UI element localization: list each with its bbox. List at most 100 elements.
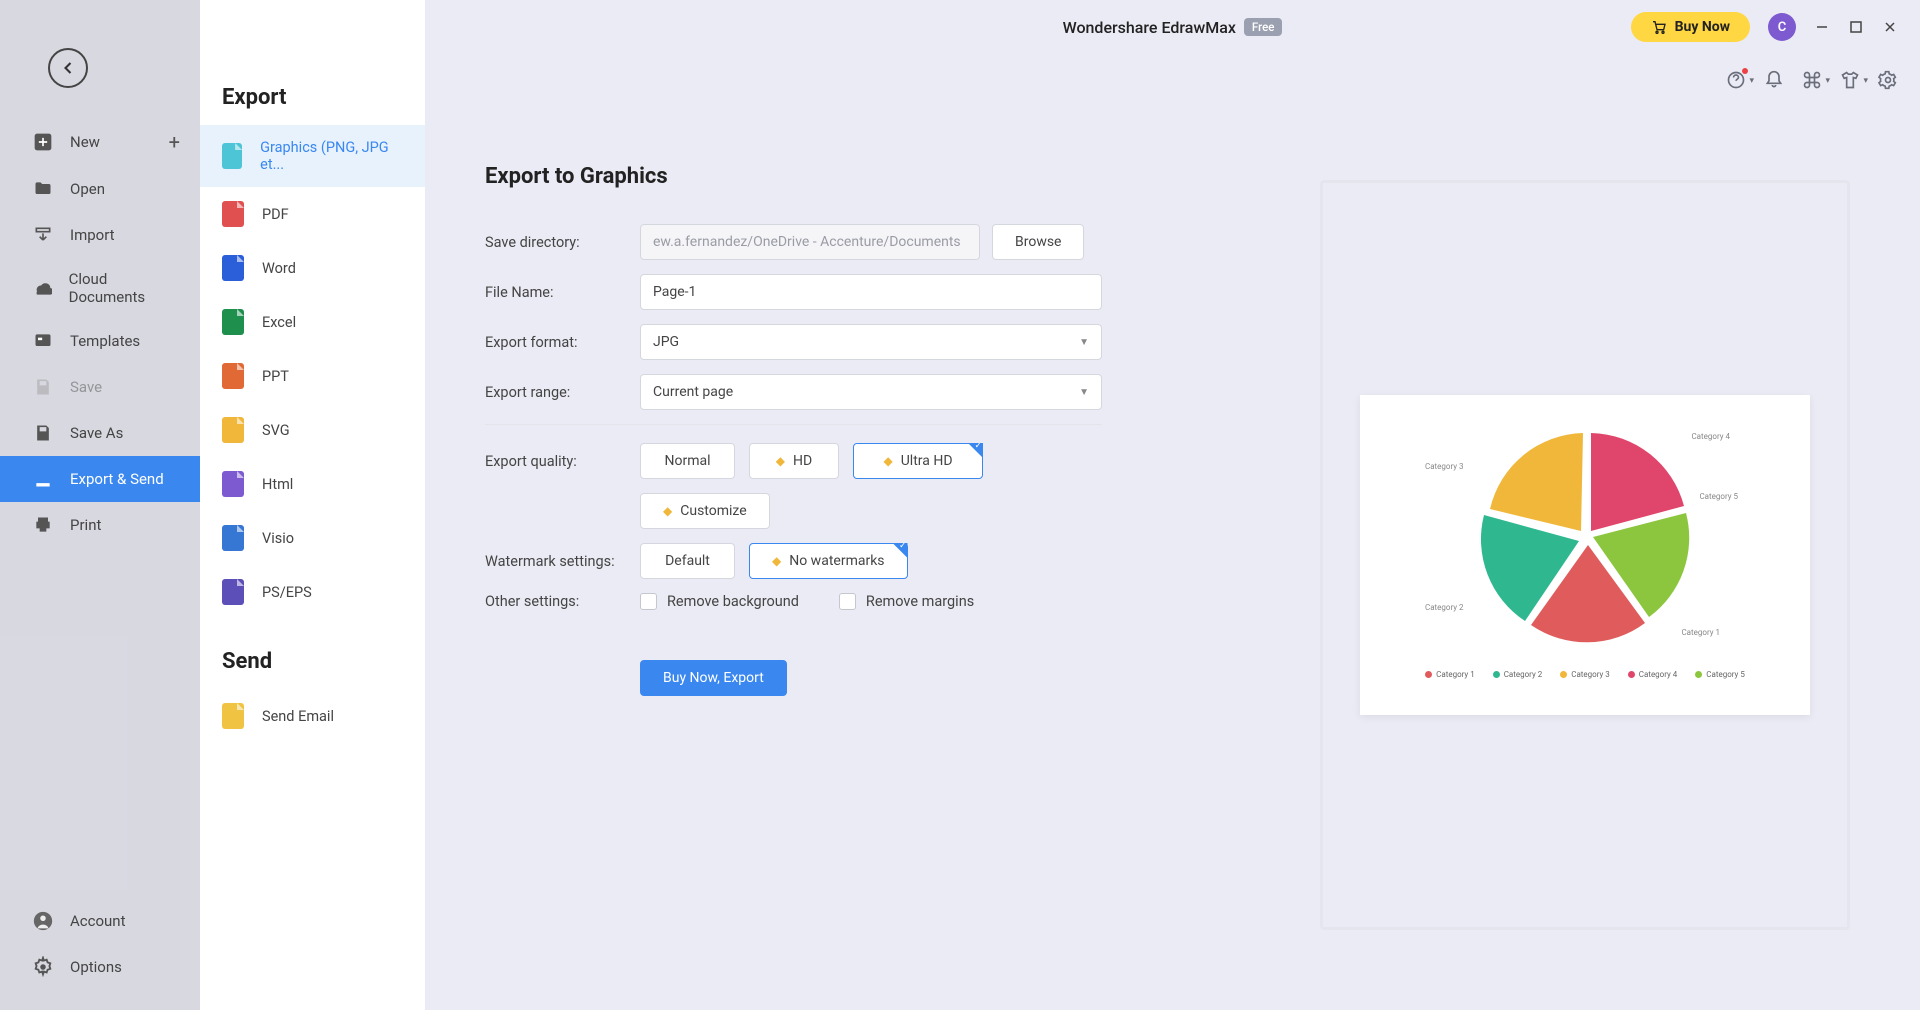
main-area: Wondershare EdrawMax Free Buy Now C ▾ ▾ … <box>425 0 1920 1010</box>
nav-cloud[interactable]: Cloud Documents <box>0 258 200 318</box>
maximize-button[interactable] <box>1848 19 1864 35</box>
bell-icon[interactable] <box>1764 70 1784 90</box>
range-label: Export range: <box>485 384 640 401</box>
cloud-icon <box>32 277 53 299</box>
cart-icon <box>1651 19 1667 35</box>
nav-cloud-label: Cloud Documents <box>69 270 180 306</box>
checkbox-icon <box>640 593 657 610</box>
app-title: Wondershare EdrawMax <box>1063 18 1236 37</box>
import-icon <box>32 224 54 246</box>
nav-export-send[interactable]: Export & Send <box>0 456 200 502</box>
nav-open-label: Open <box>70 180 105 198</box>
secondary-toolbar: ▾ ▾ ▾ <box>1726 70 1898 90</box>
remove-margins-checkbox[interactable]: Remove margins <box>839 593 974 610</box>
remove-bg-checkbox[interactable]: Remove background <box>640 593 799 610</box>
slice-label: Category 4 <box>1691 432 1730 441</box>
checkbox-icon <box>839 593 856 610</box>
diamond-icon: ◆ <box>883 454 892 468</box>
sub-item-svg[interactable]: SVG <box>200 403 425 457</box>
quality-normal-button[interactable]: Normal <box>640 443 735 479</box>
nav-save-as[interactable]: Save As <box>0 410 200 456</box>
primary-nav: New + Open Import Cloud Documents Templa… <box>0 0 200 1010</box>
nav-saveas-label: Save As <box>70 424 123 442</box>
nav-account-label: Account <box>70 912 126 930</box>
folder-icon <box>32 178 54 200</box>
sub-item-excel[interactable]: Excel <box>200 295 425 349</box>
check-icon <box>893 543 908 558</box>
save-dir-input <box>640 224 980 260</box>
slice-label: Category 3 <box>1425 462 1464 471</box>
save-icon <box>32 376 54 398</box>
word-icon <box>222 255 244 281</box>
browse-button[interactable]: Browse <box>992 224 1084 260</box>
nav-open[interactable]: Open <box>0 166 200 212</box>
gear-icon <box>32 956 54 978</box>
graphics-icon <box>222 143 242 169</box>
nav-print[interactable]: Print <box>0 502 200 548</box>
sub-item-visio[interactable]: Visio <box>200 511 425 565</box>
user-avatar[interactable]: C <box>1768 13 1796 41</box>
check-icon <box>968 443 983 458</box>
diamond-icon: ◆ <box>776 454 785 468</box>
print-icon <box>32 514 54 536</box>
svg-icon <box>222 417 244 443</box>
preview-panel: Category 4 Category 5 Category 1 Categor… <box>1320 180 1850 930</box>
chevron-down-icon: ▼ <box>1079 387 1089 398</box>
file-name-input[interactable] <box>640 274 1102 310</box>
back-button[interactable] <box>48 48 88 88</box>
nav-templates-label: Templates <box>70 332 140 350</box>
visio-icon <box>222 525 244 551</box>
file-name-label: File Name: <box>485 284 640 301</box>
nav-account[interactable]: Account <box>0 898 200 944</box>
sub-item-word[interactable]: Word <box>200 241 425 295</box>
nav-save: Save <box>0 364 200 410</box>
minimize-button[interactable] <box>1814 19 1830 35</box>
email-icon <box>222 703 244 729</box>
export-sub-panel: Export Graphics (PNG, JPG et... PDF Word… <box>200 0 425 1010</box>
free-badge: Free <box>1244 18 1282 36</box>
sub-item-pseps[interactable]: PS/EPS <box>200 565 425 619</box>
sub-item-ppt[interactable]: PPT <box>200 349 425 403</box>
pie-chart: Category 4 Category 5 Category 1 Categor… <box>1470 422 1700 652</box>
close-button[interactable] <box>1882 19 1898 35</box>
diamond-icon: ◆ <box>772 554 781 568</box>
quality-ultrahd-button[interactable]: ◆Ultra HD <box>853 443 983 479</box>
nav-options[interactable]: Options <box>0 944 200 990</box>
sub-item-html[interactable]: Html <box>200 457 425 511</box>
other-label: Other settings: <box>485 593 640 610</box>
save-dir-label: Save directory: <box>485 234 640 251</box>
slice-label: Category 1 <box>1681 628 1720 637</box>
export-icon <box>32 468 54 490</box>
ps-icon <box>222 579 244 605</box>
quality-label: Export quality: <box>485 453 640 470</box>
quality-hd-button[interactable]: ◆HD <box>749 443 839 479</box>
chart-preview: Category 4 Category 5 Category 1 Categor… <box>1360 395 1810 715</box>
nav-new[interactable]: New + <box>0 118 200 166</box>
buy-now-button[interactable]: Buy Now <box>1631 12 1750 42</box>
sub-item-graphics[interactable]: Graphics (PNG, JPG et... <box>200 125 425 187</box>
sub-item-send-email[interactable]: Send Email <box>200 689 425 743</box>
nav-export-label: Export & Send <box>70 470 164 488</box>
nav-import[interactable]: Import <box>0 212 200 258</box>
nav-import-label: Import <box>70 226 115 244</box>
nav-print-label: Print <box>70 516 101 534</box>
slice-label: Category 5 <box>1699 492 1738 501</box>
shirt-icon[interactable]: ▾ <box>1840 70 1860 90</box>
templates-icon <box>32 330 54 352</box>
format-select[interactable]: JPG▼ <box>640 324 1102 360</box>
buy-now-export-button[interactable]: Buy Now, Export <box>640 660 787 696</box>
save-as-icon <box>32 422 54 444</box>
help-icon[interactable]: ▾ <box>1726 70 1746 90</box>
watermark-none-button[interactable]: ◆No watermarks <box>749 543 908 579</box>
range-select[interactable]: Current page▼ <box>640 374 1102 410</box>
nav-save-label: Save <box>70 378 102 396</box>
add-icon[interactable]: + <box>169 130 180 154</box>
nav-templates[interactable]: Templates <box>0 318 200 364</box>
sub-item-pdf[interactable]: PDF <box>200 187 425 241</box>
quality-customize-button[interactable]: ◆Customize <box>640 493 770 529</box>
command-icon[interactable]: ▾ <box>1802 70 1822 90</box>
watermark-default-button[interactable]: Default <box>640 543 735 579</box>
pdf-icon <box>222 201 244 227</box>
settings-icon[interactable] <box>1878 70 1898 90</box>
plus-square-icon <box>32 131 54 153</box>
